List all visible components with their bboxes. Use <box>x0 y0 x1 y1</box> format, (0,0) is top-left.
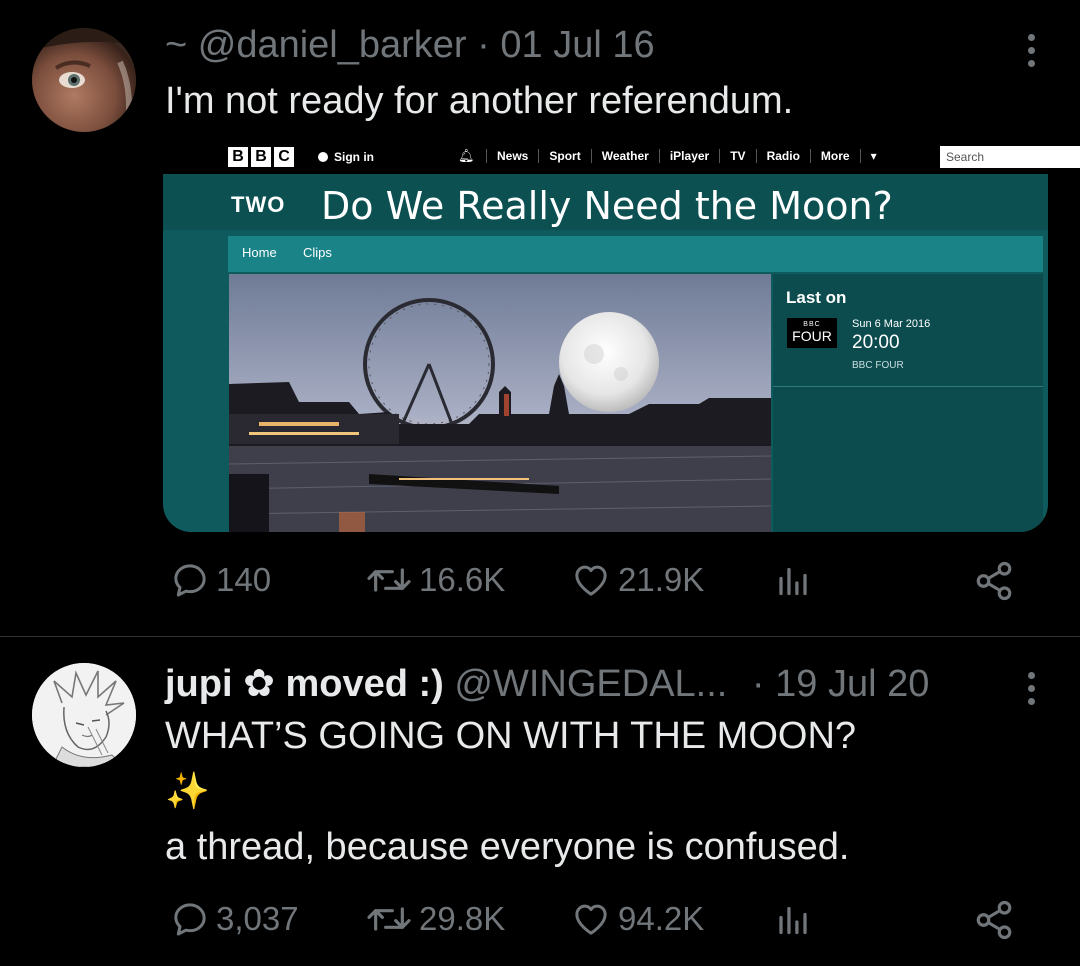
last-on-panel: Last on BBC FOUR Sun 6 Mar 2016 20:00 BB… <box>773 274 1043 532</box>
bell-icon: 🔔︎ <box>458 148 475 163</box>
reply-count: 3,037 <box>216 900 299 937</box>
avatar[interactable] <box>32 663 136 767</box>
tweet-header: jupi ✿ moved :) @WINGEDAL... · 19 Jul 20 <box>165 661 929 706</box>
air-date: Sun 6 Mar 2016 <box>852 318 931 330</box>
analytics-icon <box>779 906 807 935</box>
bbc-search-box: Search <box>940 146 1080 168</box>
views-button[interactable] <box>775 899 811 939</box>
more-options-icon[interactable] <box>1028 34 1038 67</box>
reply-count: 140 <box>216 561 272 598</box>
tweet-actions: 3,037 29.8K 94.2K <box>165 899 1015 949</box>
tweet-jupi[interactable]: jupi ✿ moved :) @WINGEDAL... · 19 Jul 20… <box>0 637 1080 966</box>
separator-dot: · <box>477 24 490 66</box>
heart-icon <box>575 904 607 935</box>
reply-icon <box>174 903 206 936</box>
share-icon <box>976 561 1012 601</box>
divider <box>773 386 1043 387</box>
bbc-logo: B B C <box>228 147 294 167</box>
last-on-heading: Last on <box>786 288 847 307</box>
display-name[interactable]: jupi ✿ moved :) <box>165 663 444 705</box>
tweet-daniel-barker[interactable]: ~ @daniel_barker · 01 Jul 16 I'm not rea… <box>0 0 1080 637</box>
reply-button[interactable]: 3,037 <box>170 899 299 939</box>
bbc-programme-page: TWO Do We Really Need the Moon? Home Cli… <box>163 174 1048 532</box>
tweet-text-line-1: WHAT’S GOING ON WITH THE MOON? <box>165 715 857 757</box>
handle[interactable]: @WINGEDAL... <box>454 663 727 705</box>
programme-title: Do We Really Need the Moon? <box>321 184 893 228</box>
like-count: 21.9K <box>618 561 705 598</box>
separator-dot: · <box>751 663 765 705</box>
sparkles-emoji: ✨ <box>165 770 210 811</box>
retweet-button[interactable]: 29.8K <box>365 899 505 939</box>
retweet-icon <box>367 907 411 931</box>
tweet-media-image[interactable]: B B C Sign in 🔔︎ News Sport Weather iPla… <box>163 142 1080 532</box>
channel-label: TWO <box>231 192 286 217</box>
retweet-count: 29.8K <box>419 900 506 937</box>
retweet-icon <box>367 568 411 592</box>
london-moon-photo <box>229 274 771 532</box>
handle[interactable]: ~ @daniel_barker <box>165 24 467 66</box>
bbc-four-logo: BBC FOUR <box>787 318 837 348</box>
heart-icon <box>575 565 607 596</box>
share-button[interactable] <box>973 560 1015 602</box>
avatar-face-image <box>32 28 136 132</box>
timestamp[interactable]: 19 Jul 20 <box>775 663 929 705</box>
chevron-down-icon: ▾ <box>859 149 887 163</box>
bbc-top-bar: B B C Sign in 🔔︎ News Sport Weather iPla… <box>228 142 1080 172</box>
tweet-text: I'm not ready for another referendum. <box>165 80 794 122</box>
title-band: TWO Do We Really Need the Moon? <box>163 174 1048 230</box>
bbc-nav: News Sport Weather iPlayer TV Radio More… <box>486 149 887 163</box>
more-options-icon[interactable] <box>1028 672 1038 705</box>
timestamp[interactable]: 01 Jul 16 <box>500 24 654 66</box>
tweet-header: ~ @daniel_barker · 01 Jul 16 <box>165 24 655 67</box>
share-button[interactable] <box>973 899 1015 941</box>
programme-subnav: Home Clips <box>228 236 1043 272</box>
avatar-sketch-image <box>32 663 136 767</box>
like-button[interactable]: 94.2K <box>570 899 704 939</box>
tweet-actions: 140 16.6K 21.9K <box>165 560 1015 610</box>
avatar[interactable] <box>32 28 136 132</box>
views-button[interactable] <box>775 560 811 600</box>
air-channel: BBC FOUR <box>852 360 904 371</box>
like-count: 94.2K <box>618 900 705 937</box>
air-time: 20:00 <box>852 332 900 353</box>
share-icon <box>976 900 1012 940</box>
user-icon <box>318 152 328 162</box>
retweet-button[interactable]: 16.6K <box>365 560 505 600</box>
subnav-home: Home <box>242 245 277 260</box>
like-button[interactable]: 21.9K <box>570 560 704 600</box>
bbc-sign-in: Sign in <box>318 150 374 164</box>
reply-icon <box>174 564 206 597</box>
subnav-clips: Clips <box>303 245 332 260</box>
analytics-icon <box>779 567 807 596</box>
reply-button[interactable]: 140 <box>170 560 271 600</box>
retweet-count: 16.6K <box>419 561 506 598</box>
tweet-text-line-2: a thread, because everyone is confused. <box>165 826 850 868</box>
